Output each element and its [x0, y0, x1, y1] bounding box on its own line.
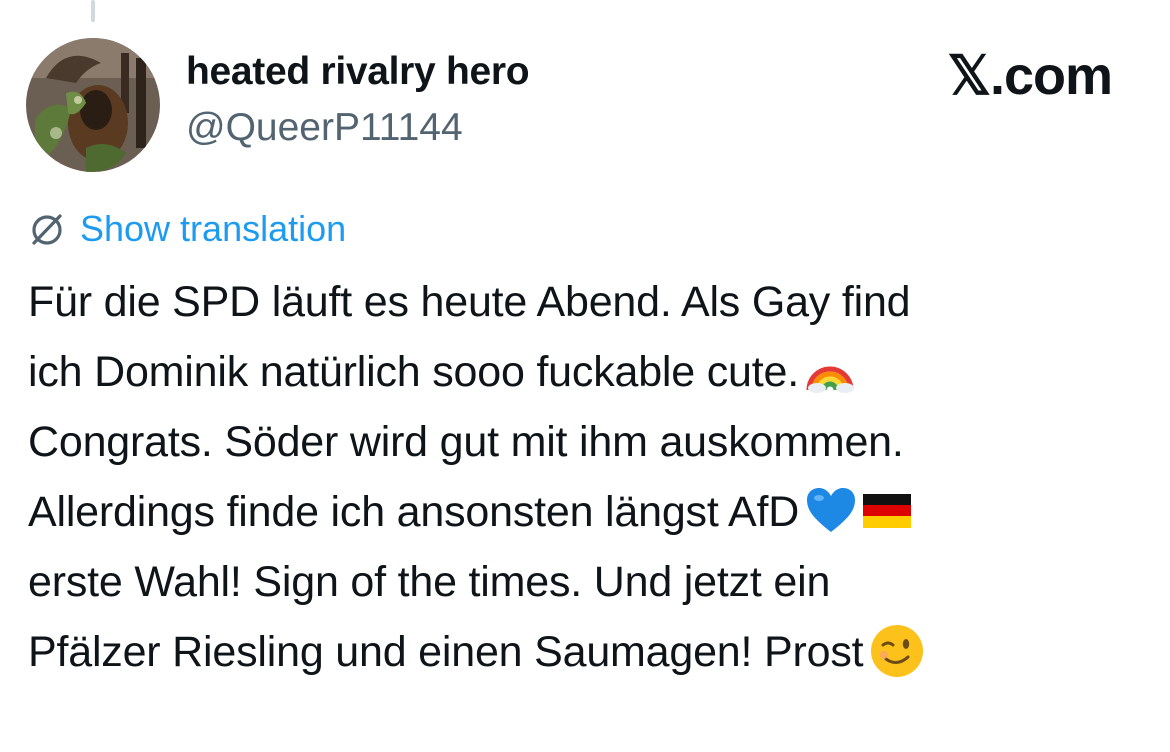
x-logo: 𝕏.com: [947, 46, 1113, 106]
tweet-line: Pfälzer Riesling und einen Saumagen! Pro…: [28, 617, 1148, 687]
tweet-line: Für die SPD läuft es heute Abend. Als Ga…: [28, 267, 1148, 337]
winking-face-emoji: [869, 623, 925, 679]
tweet-line-text: Congrats. Söder wird gut mit ihm auskomm…: [28, 418, 904, 466]
show-translation-row[interactable]: Show translation: [28, 208, 346, 250]
tweet-line-text: Pfälzer Riesling und einen Saumagen! Pro…: [28, 628, 864, 676]
tweet-line-text: erste Wahl! Sign of the times. Und jetzt…: [28, 558, 831, 606]
user-handle[interactable]: @QueerP11144: [186, 106, 463, 150]
rainbow-emoji: [805, 346, 855, 396]
tweet-line: ich Dominik natürlich sooo fuckable cute…: [28, 337, 1148, 407]
avatar-image: [26, 38, 160, 172]
tweet-line: Allerdings finde ich ansonsten längst Af…: [28, 477, 1148, 547]
thread-connector-line: [91, 0, 95, 22]
tweet-text: Für die SPD läuft es heute Abend. Als Ga…: [28, 267, 1148, 687]
show-translation-link[interactable]: Show translation: [80, 208, 346, 250]
blue-heart-emoji: [805, 486, 857, 536]
germany-flag-emoji: [863, 493, 912, 528]
tweet-line-text: Für die SPD läuft es heute Abend. Als Ga…: [28, 278, 911, 326]
avatar[interactable]: [26, 38, 160, 172]
tweet-line-text: ich Dominik natürlich sooo fuckable cute…: [28, 348, 799, 396]
display-name[interactable]: heated rivalry hero: [186, 50, 530, 94]
tweet-line-text: Allerdings finde ich ansonsten längst Af…: [28, 488, 800, 536]
tweet-line: Congrats. Söder wird gut mit ihm auskomm…: [28, 407, 1148, 477]
globe-icon: [28, 210, 66, 248]
tweet-line: erste Wahl! Sign of the times. Und jetzt…: [28, 547, 1148, 617]
